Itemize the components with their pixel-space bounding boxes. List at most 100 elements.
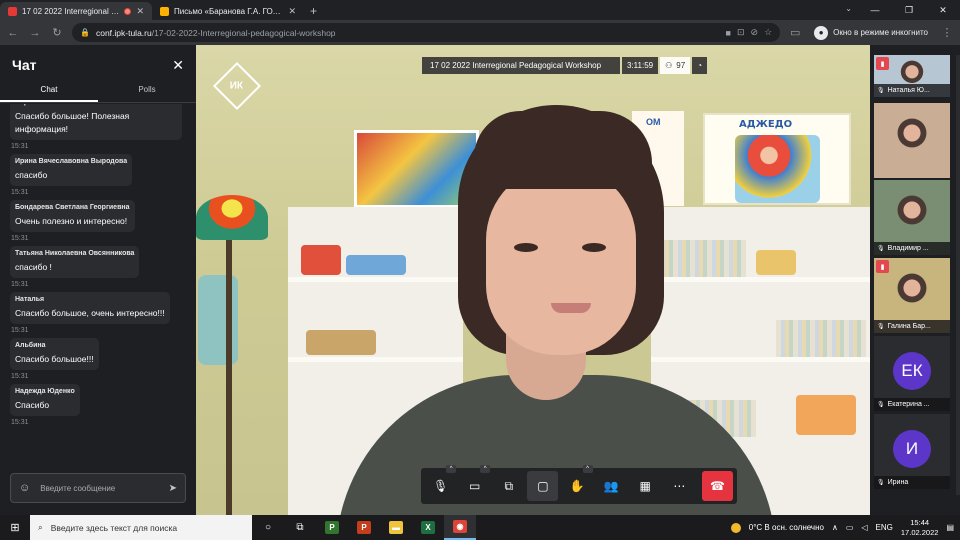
caret-up-icon[interactable]: ^: [446, 465, 457, 473]
message-text: Спасибо большое, очень интересно!!!: [15, 308, 165, 318]
back-icon[interactable]: ←: [6, 27, 20, 39]
volume-icon[interactable]: ◁: [861, 523, 867, 532]
eye-off-icon[interactable]: ⊘: [751, 27, 759, 38]
hangup-button[interactable]: ☎: [701, 471, 733, 501]
camera-indicator-icon[interactable]: ■: [726, 28, 731, 38]
chat-title: Чат: [12, 57, 37, 73]
tab-search-icon[interactable]: ⌄: [845, 4, 852, 13]
tray-chevron-icon[interactable]: ∧: [832, 523, 838, 532]
coat-stand: [226, 225, 232, 515]
chat-message: Бондарева Светлана Георгиевна Очень полез…: [0, 200, 196, 242]
chat-header: Чат ✕: [0, 45, 196, 85]
extensions-icon[interactable]: ▭: [788, 26, 802, 39]
forward-icon[interactable]: →: [28, 27, 42, 39]
hanging-bag: [198, 275, 238, 365]
tab-title: Письмо «Баранова Г.А. ГОУ ДПО ТО ИПК и П…: [174, 6, 283, 16]
weather-icon[interactable]: [730, 522, 741, 533]
meeting-duration: 3:11:59: [622, 57, 659, 74]
participant-tile[interactable]: [874, 103, 950, 178]
powerpoint-app[interactable]: P: [348, 515, 380, 540]
taskbar-apps: P P ▬ X ◉: [316, 515, 476, 540]
notifications-icon[interactable]: ▤: [946, 523, 954, 532]
mic-off-icon: 🎙: [877, 402, 885, 408]
project-app[interactable]: P: [316, 515, 348, 540]
clock-date: 17.02.2022: [900, 527, 939, 537]
raise-hand-button[interactable]: ✋ ^: [561, 465, 593, 501]
participant-name-bar: 🎙 Екатерина ...: [874, 398, 950, 411]
more-button[interactable]: ⋯: [664, 471, 695, 501]
tab-polls[interactable]: Polls: [98, 85, 196, 102]
windows-taskbar: ⊞ ⌕ Введите здесь текст для поиска ○ ⧉ P…: [0, 515, 960, 540]
tile-view-button[interactable]: ▦: [630, 471, 661, 501]
address-bar[interactable]: 🔒 conf.ipk-tula.ru/17-02-2022-Interregio…: [72, 23, 781, 42]
mic-button[interactable]: 🎙 ^: [425, 465, 457, 501]
emoji-icon[interactable]: ☺: [19, 482, 30, 494]
tab-title: 17 02 2022 Interregional Pedagogical Wor…: [22, 6, 119, 16]
poster-text: ОМ: [646, 117, 661, 127]
message-input-box: ☺ ➤: [10, 473, 186, 503]
clock[interactable]: 15:44 17.02.2022: [901, 518, 939, 538]
message-text: спасибо !: [15, 262, 52, 272]
windows-start-icon[interactable]: ⊞: [0, 515, 30, 540]
minimize-icon[interactable]: —: [858, 0, 892, 20]
caret-up-icon[interactable]: ^: [480, 465, 491, 473]
participants-button[interactable]: 👥: [596, 471, 627, 501]
close-icon[interactable]: ✕: [136, 6, 144, 17]
star-icon[interactable]: ☆: [764, 27, 772, 38]
participant-count[interactable]: ⚇ 97: [660, 57, 691, 74]
cortana-icon[interactable]: ○: [252, 515, 284, 540]
chrome-app[interactable]: ◉: [444, 515, 476, 540]
message-bubble: Барышникова Наталья Николаевна Спасибо бо…: [10, 104, 182, 140]
meeting-info-bar: 17 02 2022 Interregional Pedagogical Wor…: [422, 57, 708, 74]
send-icon[interactable]: ➤: [169, 483, 177, 494]
chat-tabs: Chat Polls: [0, 85, 196, 103]
browser-tab-meeting[interactable]: 17 02 2022 Interregional Pedagogical Wor…: [0, 2, 152, 20]
participant-video: [874, 103, 950, 178]
screen-share-button[interactable]: ⧉: [493, 471, 524, 501]
message-author: Барышникова Наталья Николаевна: [15, 104, 177, 106]
camera-button[interactable]: ▭ ^: [459, 465, 491, 501]
message-author: Альбина: [15, 342, 46, 349]
task-view-icon[interactable]: ⧉: [284, 515, 316, 540]
language-indicator[interactable]: ENG: [876, 523, 893, 532]
participant-tile[interactable]: 🎙 Владимир ...: [874, 180, 950, 255]
toy: [306, 330, 376, 355]
close-icon[interactable]: ✕: [172, 57, 184, 74]
reload-icon[interactable]: ↻: [50, 26, 64, 39]
chat-button[interactable]: ▢: [527, 471, 559, 501]
tab-chat[interactable]: Chat: [0, 85, 98, 102]
file-explorer-app[interactable]: ▬: [380, 515, 412, 540]
participant-name: Екатерина ...: [887, 401, 930, 408]
participant-tile[interactable]: ▮ 🎙 Наталья Ю...: [874, 55, 950, 97]
network-icon[interactable]: ▭: [846, 523, 854, 532]
browser-tab-mail[interactable]: Письмо «Баранова Г.А. ГОУ ДПО ТО ИПК и П…: [152, 2, 304, 20]
connection-icon[interactable]: ◔: [692, 57, 708, 74]
chat-messages[interactable]: Барышникова Наталья Николаевна Спасибо бо…: [0, 104, 196, 472]
message-text: Спасибо: [15, 400, 50, 410]
incognito-badge[interactable]: ● Окно в режиме инкогнито: [810, 25, 932, 40]
close-icon[interactable]: ✕: [288, 6, 296, 17]
participant-tile[interactable]: ЕК 🎙 Екатерина ...: [874, 336, 950, 411]
excel-app[interactable]: X: [412, 515, 444, 540]
filmstrip-scrollbar[interactable]: [956, 55, 960, 495]
caret-up-icon[interactable]: ^: [582, 465, 593, 473]
mic-off-icon: 🎙: [877, 324, 885, 330]
weather-text[interactable]: 0°C В осн. солнечно: [749, 523, 824, 532]
lock-icon[interactable]: 🔒: [80, 28, 90, 37]
message-time: 15:31: [11, 235, 29, 242]
menu-icon[interactable]: ⋮: [940, 26, 954, 39]
books: [776, 320, 866, 357]
taskbar-search[interactable]: ⌕ Введите здесь текст для поиска: [30, 515, 252, 540]
participant-tile[interactable]: И 🎙 Ирина: [874, 414, 950, 489]
connection-quality-icon: ▮: [876, 57, 889, 70]
phone-hangup-icon: ☎: [709, 479, 725, 493]
participant-name-bar: 🎙 Ирина: [874, 476, 950, 489]
message-input[interactable]: [40, 483, 159, 493]
participant-tile[interactable]: ▮ 🎙 Галина Бар...: [874, 258, 950, 333]
translate-icon[interactable]: ⊡: [737, 27, 745, 38]
new-tab-button[interactable]: +: [304, 2, 323, 20]
close-window-icon[interactable]: ✕: [926, 0, 960, 20]
message-author: Бондарева Светлана Георгиевна: [15, 204, 130, 211]
more-icon: ⋯: [673, 479, 686, 493]
restore-icon[interactable]: ❐: [892, 0, 926, 20]
